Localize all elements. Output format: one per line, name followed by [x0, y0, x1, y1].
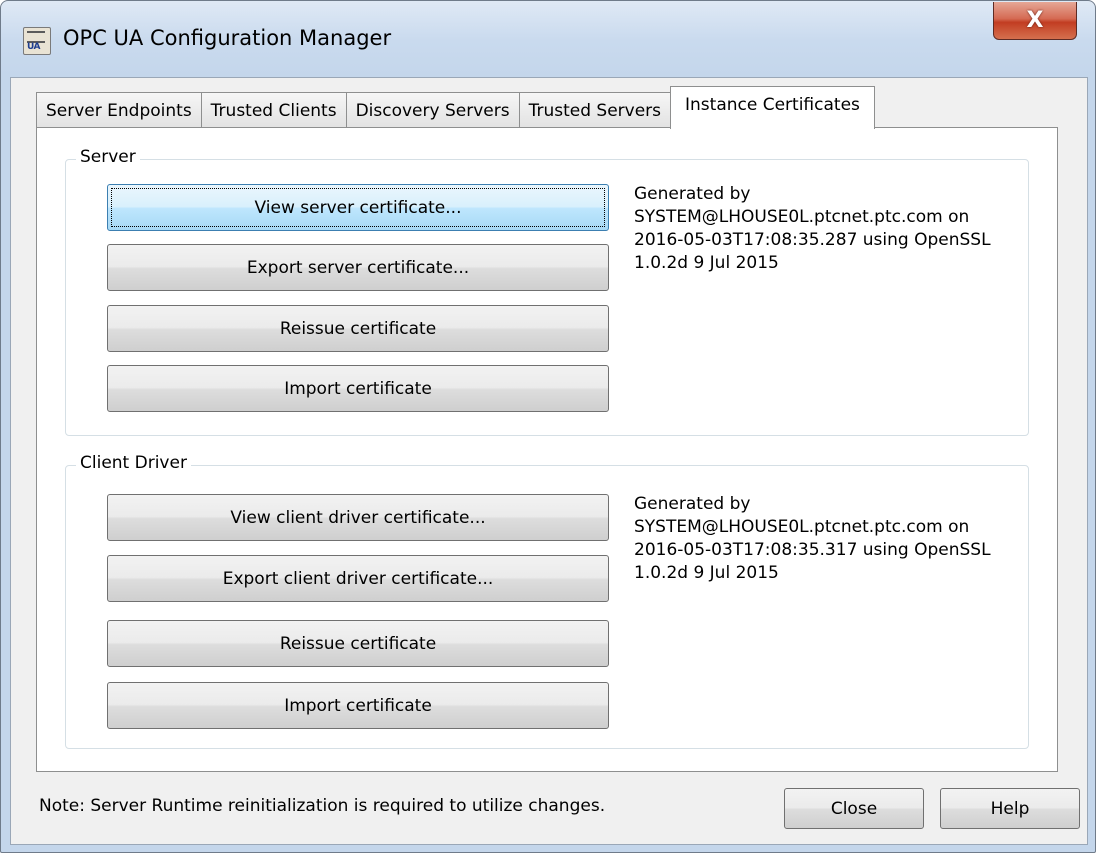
server-info-line: Generated by	[634, 184, 751, 204]
export-server-certificate-button[interactable]: Export server certificate...	[107, 244, 609, 291]
tab-discovery-servers[interactable]: Discovery Servers	[345, 92, 520, 128]
dialog-client-area: Server Endpoints Trusted Clients Discove…	[10, 77, 1088, 845]
import-client-driver-certificate-button[interactable]: Import certificate	[107, 682, 609, 729]
tab-strip: Server Endpoints Trusted Clients Discove…	[36, 86, 875, 129]
close-button[interactable]: Close	[784, 788, 924, 829]
client-driver-group: Client Driver View client driver certifi…	[65, 453, 1029, 749]
app-icon-ua-text: UA	[27, 42, 41, 52]
view-server-certificate-button[interactable]: View server certificate...	[107, 184, 609, 231]
server-info-line: SYSTEM@LHOUSE0L.ptcnet.ptc.com on	[634, 207, 970, 227]
help-button[interactable]: Help	[940, 788, 1080, 829]
reissue-client-driver-certificate-button[interactable]: Reissue certificate	[107, 620, 609, 667]
client-info-line: SYSTEM@LHOUSE0L.ptcnet.ptc.com on	[634, 517, 970, 537]
instance-certificates-panel: Server View server certificate... Export…	[36, 127, 1058, 772]
client-driver-certificate-info: Generated by SYSTEM@LHOUSE0L.ptcnet.ptc.…	[634, 493, 1054, 585]
export-client-driver-certificate-button[interactable]: Export client driver certificate...	[107, 555, 609, 602]
tab-instance-certificates[interactable]: Instance Certificates	[670, 86, 875, 129]
client-info-line: Generated by	[634, 494, 751, 514]
reinitialization-note: Note: Server Runtime reinitialization is…	[39, 796, 606, 816]
server-certificate-info: Generated by SYSTEM@LHOUSE0L.ptcnet.ptc.…	[634, 183, 1054, 275]
reissue-server-certificate-button[interactable]: Reissue certificate	[107, 305, 609, 352]
import-server-certificate-button[interactable]: Import certificate	[107, 365, 609, 412]
client-info-line: 2016-05-03T17:08:35.317 using OpenSSL	[634, 540, 991, 560]
client-driver-group-label: Client Driver	[76, 453, 191, 473]
config-manager-window: UA OPC UA Configuration Manager X Server…	[0, 0, 1096, 853]
server-info-line: 1.0.2d 9 Jul 2015	[634, 253, 779, 273]
server-group-label: Server	[76, 147, 140, 167]
server-info-line: 2016-05-03T17:08:35.287 using OpenSSL	[634, 230, 991, 250]
window-title: OPC UA Configuration Manager	[63, 26, 392, 50]
app-icon: UA	[23, 27, 51, 55]
client-info-line: 1.0.2d 9 Jul 2015	[634, 563, 779, 583]
tab-server-endpoints[interactable]: Server Endpoints	[36, 92, 202, 128]
close-icon: X	[1026, 8, 1044, 33]
view-client-driver-certificate-button[interactable]: View client driver certificate...	[107, 494, 609, 541]
title-bar[interactable]: UA OPC UA Configuration Manager X	[1, 1, 1095, 77]
server-group: Server View server certificate... Export…	[65, 147, 1029, 436]
tab-trusted-servers[interactable]: Trusted Servers	[518, 92, 672, 128]
window-close-button[interactable]: X	[993, 2, 1077, 40]
tab-trusted-clients[interactable]: Trusted Clients	[200, 92, 347, 128]
